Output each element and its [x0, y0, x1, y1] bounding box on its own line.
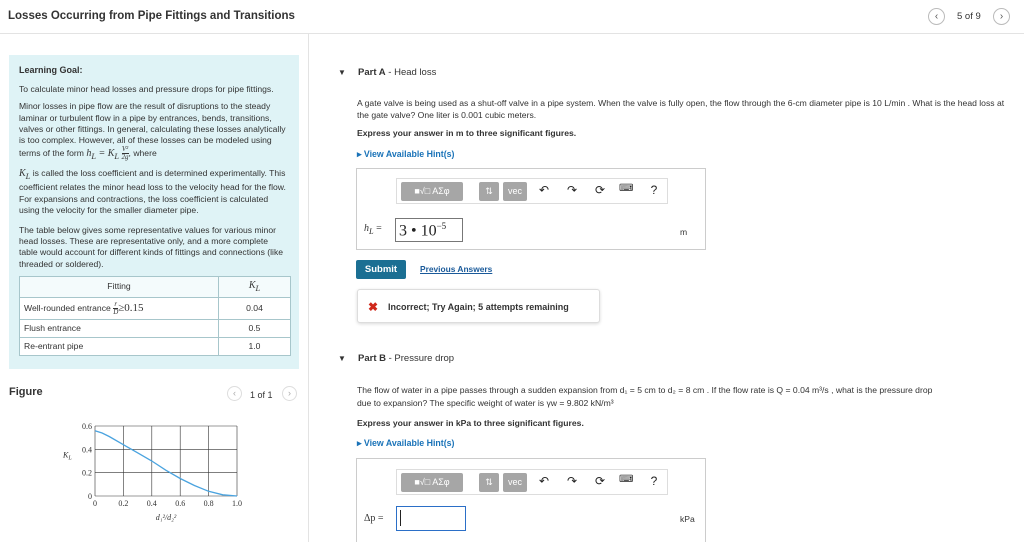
- x-tick-label: 0: [93, 499, 97, 508]
- fitting-table: Fitting KL Well-rounded entrance r D ≥0.15…: [19, 275, 291, 357]
- column-header-k: KL: [218, 275, 291, 299]
- loss-coefficient-chart: 0 0.2 0.4 0.6 0.8 1.0 0 0.2 0.4 0.6 KL d₁²/d₂²: [62, 422, 242, 522]
- y-tick-label: 0.2: [82, 469, 92, 478]
- up-down-arrows-icon[interactable]: ⇅: [479, 473, 499, 492]
- figure-counter: 1 of 1: [250, 390, 273, 400]
- up-down-arrows-icon[interactable]: ⇅: [479, 182, 499, 201]
- templates-button[interactable]: ■√□ ΑΣφ: [401, 182, 463, 201]
- learning-goal-heading: Learning Goal:: [19, 65, 83, 75]
- series-line: [94, 430, 238, 497]
- part-a-hints-link[interactable]: ▸ View Available Hint(s): [357, 149, 454, 160]
- chevron-right-icon[interactable]: ›: [993, 8, 1010, 25]
- part-b-question-line-2: due to expansion? The specific weight of…: [357, 398, 614, 408]
- y-tick-label: 0.4: [82, 445, 92, 454]
- reset-icon[interactable]: ⟳: [593, 183, 607, 197]
- redo-icon[interactable]: ↷: [565, 183, 579, 197]
- help-button[interactable]: ?: [647, 474, 661, 488]
- part-b-answer-label: Δp =: [364, 513, 384, 524]
- learning-goal-para-3: KL is called the loss coefficient and is…: [19, 168, 286, 215]
- part-a-answer-input[interactable]: 3 • 10−5: [395, 218, 463, 242]
- part-a-heading[interactable]: Part A - Head loss: [358, 67, 436, 78]
- part-b-unit: kPa: [680, 514, 695, 524]
- head-loss-formula: hL = KL V² 2g: [86, 145, 129, 162]
- part-b-hints-link[interactable]: ▸ View Available Hint(s): [357, 438, 454, 449]
- x-tick-label: 1.0: [232, 499, 242, 508]
- part-b-instructions: Express your answer in kPa to three sign…: [357, 418, 584, 428]
- x-axis-label: d₁²/d₂²: [156, 513, 177, 522]
- x-icon: ✖: [368, 300, 379, 314]
- chevron-left-icon[interactable]: ‹: [928, 8, 945, 25]
- chevron-right-icon[interactable]: ›: [282, 386, 297, 401]
- learning-goal-intro: To calculate minor head losses and press…: [19, 84, 274, 95]
- reset-icon[interactable]: ⟳: [593, 474, 607, 488]
- x-tick-label: 0.2: [118, 499, 128, 508]
- part-a-unit: m: [680, 227, 688, 237]
- math-toolbar: ■√□ ΑΣφ ⇅ vec ↶ ↷ ⟳ ⌨ ?: [396, 469, 668, 495]
- chevron-left-icon[interactable]: ‹: [227, 386, 242, 401]
- part-a-question: A gate valve is being used as a shut-off…: [357, 98, 1005, 120]
- top-bar: Losses Occurring from Pipe Fittings and …: [0, 0, 1024, 34]
- x-tick-label: 0.8: [204, 499, 214, 508]
- part-a-answer-label: hL =: [364, 223, 382, 236]
- figure-label: Figure: [9, 386, 43, 398]
- triangle-down-icon[interactable]: ▼: [338, 354, 346, 363]
- math-toolbar: ■√□ ΑΣφ ⇅ vec ↶ ↷ ⟳ ⌨ ?: [396, 178, 668, 204]
- table-row: Well-rounded entrance r D ≥0.15 0.04: [19, 297, 291, 321]
- help-button[interactable]: ?: [647, 183, 661, 197]
- page-counter: 5 of 9: [957, 11, 981, 22]
- previous-answers-link[interactable]: Previous Answers: [420, 264, 492, 274]
- column-header-fitting: Fitting: [19, 275, 219, 299]
- part-b-heading[interactable]: Part B - Pressure drop: [358, 353, 454, 364]
- submit-button[interactable]: Submit: [356, 260, 406, 279]
- y-tick-label: 0.6: [82, 422, 92, 431]
- templates-icon: ■√□: [414, 186, 431, 196]
- feedback-message: Incorrect; Try Again; 5 attempts remaini…: [388, 302, 569, 312]
- keyboard-icon[interactable]: ⌨: [619, 474, 633, 485]
- learning-goal-para-2: Minor losses in pipe flow are the result…: [19, 101, 286, 162]
- table-header-row: Fitting KL: [19, 275, 291, 299]
- templates-icon: ■√□: [414, 477, 431, 487]
- vec-button[interactable]: vec: [503, 182, 527, 201]
- redo-icon[interactable]: ↷: [565, 474, 579, 488]
- y-axis-label: KL: [62, 451, 72, 462]
- table-row: Re-entrant pipe 1.0: [19, 337, 291, 357]
- learning-goal-para-4: The table below gives some representativ…: [19, 225, 284, 269]
- learning-goal-panel: Learning Goal: To calculate minor head l…: [9, 55, 299, 369]
- part-b-answer-input[interactable]: [396, 506, 466, 531]
- vec-button[interactable]: vec: [503, 473, 527, 492]
- part-b-question-line-1: The flow of water in a pipe passes throu…: [357, 385, 933, 395]
- part-a-instructions: Express your answer in m to three signif…: [357, 128, 577, 138]
- keyboard-icon[interactable]: ⌨: [619, 183, 633, 194]
- table-row: Flush entrance 0.5: [19, 319, 291, 339]
- y-tick-label: 0: [88, 492, 92, 501]
- triangle-down-icon[interactable]: ▼: [338, 68, 346, 77]
- undo-icon[interactable]: ↶: [537, 183, 551, 197]
- x-tick-label: 0.6: [175, 499, 185, 508]
- panel-divider: [308, 34, 309, 542]
- x-tick-label: 0.4: [147, 499, 157, 508]
- undo-icon[interactable]: ↶: [537, 474, 551, 488]
- feedback-box: ✖ Incorrect; Try Again; 5 attempts remai…: [357, 289, 600, 323]
- page-title: Losses Occurring from Pipe Fittings and …: [8, 10, 295, 22]
- templates-button[interactable]: ■√□ ΑΣφ: [401, 473, 463, 492]
